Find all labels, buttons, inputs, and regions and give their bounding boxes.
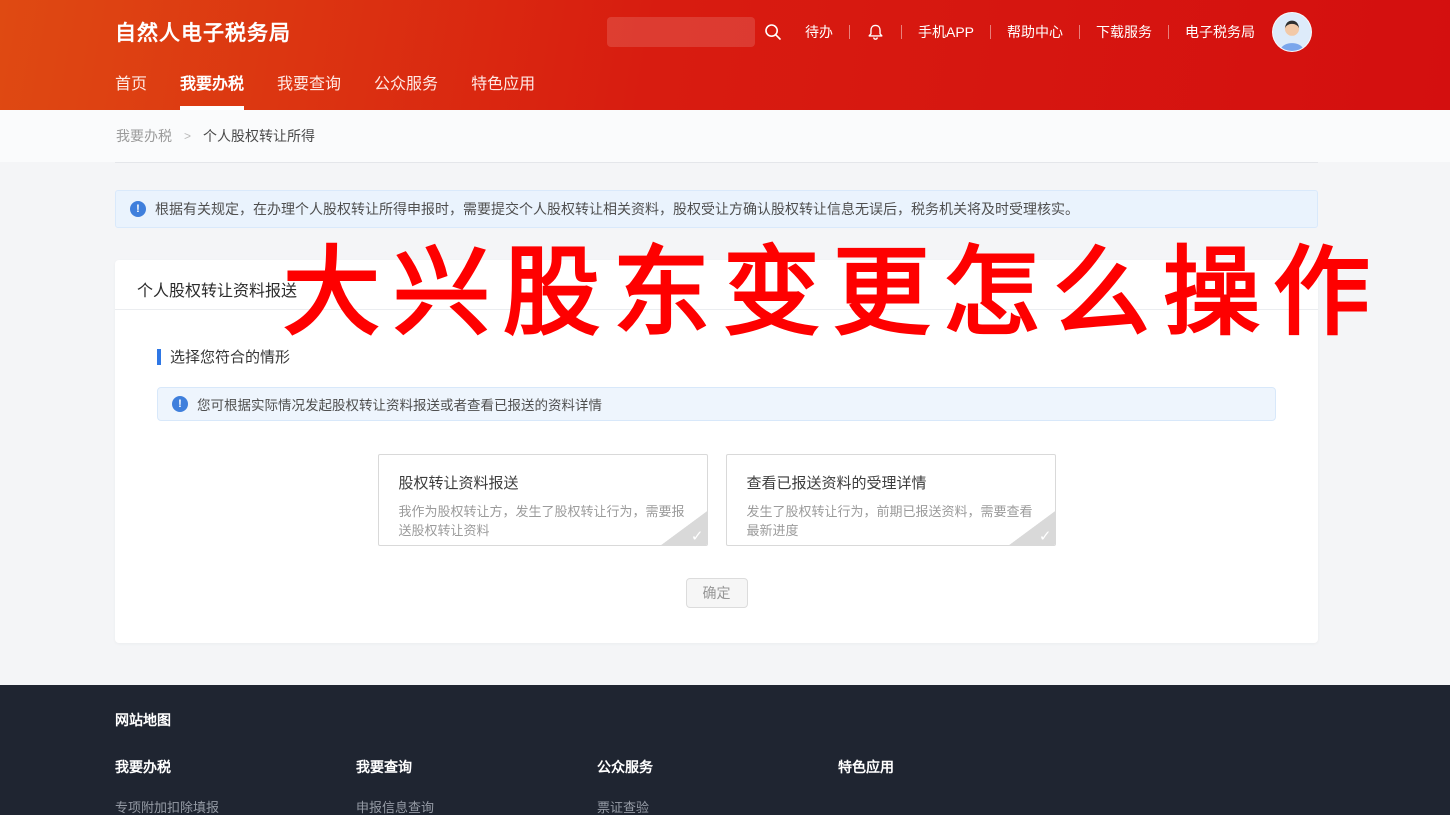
header-top-bar: 自然人电子税务局 待办 手机APP bbox=[0, 0, 1450, 64]
main-nav: 首页 我要办税 我要查询 公众服务 特色应用 bbox=[0, 64, 1450, 110]
main-panel: 个人股权转让资料报送 选择您符合的情形 您可根据实际情况发起股权转让资料报送或者… bbox=[115, 260, 1318, 643]
section-title-label: 选择您符合的情形 bbox=[170, 346, 290, 367]
notice-banner: 根据有关规定，在办理个人股权转让所得申报时，需要提交个人股权转让相关资料，股权受… bbox=[115, 190, 1318, 228]
breadcrumb-current: 个人股权转让所得 bbox=[203, 126, 315, 146]
panel-body: 选择您符合的情形 您可根据实际情况发起股权转让资料报送或者查看已报送的资料详情 … bbox=[115, 310, 1318, 608]
todo-link[interactable]: 待办 bbox=[805, 22, 833, 42]
footer-link[interactable]: 专项附加扣除填报 bbox=[115, 797, 356, 815]
footer-column-title: 我要查询 bbox=[356, 757, 597, 777]
footer-column-featured: 特色应用 bbox=[838, 757, 1079, 815]
info-icon bbox=[130, 201, 146, 217]
option-card-desc: 我作为股权转让方，发生了股权转让行为，需要报送股权转让资料 bbox=[399, 502, 687, 540]
footer-column-tax: 我要办税 专项附加扣除填报 bbox=[115, 757, 356, 815]
corner-check-icon: ✓ bbox=[661, 511, 707, 545]
footer-column-title: 公众服务 bbox=[597, 757, 838, 777]
mobile-app-link[interactable]: 手机APP bbox=[918, 22, 974, 42]
divider bbox=[990, 25, 991, 39]
breadcrumb: 我要办税 > 个人股权转让所得 bbox=[0, 110, 1450, 162]
bell-icon[interactable] bbox=[866, 23, 885, 42]
footer-link[interactable]: 票证查验 bbox=[597, 797, 838, 815]
divider bbox=[849, 25, 850, 39]
header-right-group: 待办 手机APP 帮助中心 下载服务 电子税务局 bbox=[607, 0, 1312, 64]
option-card-title: 股权转让资料报送 bbox=[399, 472, 687, 493]
option-card-desc: 发生了股权转让行为，前期已报送资料，需要查看最新进度 bbox=[747, 502, 1035, 540]
section-accent-bar bbox=[157, 349, 161, 365]
footer-columns: 我要办税 专项附加扣除填报 我要查询 申报信息查询 公众服务 票证查验 特色应用 bbox=[115, 757, 1450, 815]
nav-item-tax[interactable]: 我要办税 bbox=[180, 64, 244, 110]
section-title: 选择您符合的情形 bbox=[157, 346, 1276, 367]
sitemap-label: 网站地图 bbox=[115, 710, 1450, 730]
app-root: 自然人电子税务局 待办 手机APP bbox=[0, 0, 1450, 643]
divider bbox=[1168, 25, 1169, 39]
info-icon bbox=[172, 396, 188, 412]
help-center-link[interactable]: 帮助中心 bbox=[1007, 22, 1063, 42]
nav-item-home[interactable]: 首页 bbox=[115, 64, 147, 110]
option-card-submit-materials[interactable]: 股权转让资料报送 我作为股权转让方，发生了股权转让行为，需要报送股权转让资料 ✓ bbox=[378, 454, 708, 546]
option-card-view-progress[interactable]: 查看已报送资料的受理详情 发生了股权转让行为，前期已报送资料，需要查看最新进度 … bbox=[726, 454, 1056, 546]
footer: 网站地图 我要办税 专项附加扣除填报 我要查询 申报信息查询 公众服务 票证查验… bbox=[0, 685, 1450, 815]
footer-column-public: 公众服务 票证查验 bbox=[597, 757, 838, 815]
download-service-link[interactable]: 下载服务 bbox=[1096, 22, 1152, 42]
app-logo[interactable]: 自然人电子税务局 bbox=[115, 17, 291, 47]
divider bbox=[901, 25, 902, 39]
notice-text: 根据有关规定，在办理个人股权转让所得申报时，需要提交个人股权转让相关资料，股权受… bbox=[155, 199, 1079, 219]
footer-link[interactable]: 申报信息查询 bbox=[356, 797, 597, 815]
footer-column-query: 我要查询 申报信息查询 bbox=[356, 757, 597, 815]
avatar[interactable] bbox=[1272, 12, 1312, 52]
nav-item-featured-apps[interactable]: 特色应用 bbox=[471, 64, 535, 110]
corner-check-icon: ✓ bbox=[1009, 511, 1055, 545]
hint-text: 您可根据实际情况发起股权转让资料报送或者查看已报送的资料详情 bbox=[197, 394, 602, 414]
header: 自然人电子税务局 待办 手机APP bbox=[0, 0, 1450, 110]
option-cards: 股权转让资料报送 我作为股权转让方，发生了股权转让行为，需要报送股权转让资料 ✓… bbox=[157, 454, 1276, 546]
nav-item-public-service[interactable]: 公众服务 bbox=[374, 64, 438, 110]
divider bbox=[1079, 25, 1080, 39]
footer-column-title: 我要办税 bbox=[115, 757, 356, 777]
button-row: 确定 bbox=[157, 578, 1276, 608]
breadcrumb-divider bbox=[115, 162, 1318, 163]
chevron-right-icon: > bbox=[184, 129, 191, 143]
content-area: 根据有关规定，在办理个人股权转让所得申报时，需要提交个人股权转让相关资料，股权受… bbox=[115, 190, 1318, 643]
hint-banner: 您可根据实际情况发起股权转让资料报送或者查看已报送的资料详情 bbox=[157, 387, 1276, 421]
footer-column-title: 特色应用 bbox=[838, 757, 1079, 777]
confirm-button[interactable]: 确定 bbox=[686, 578, 748, 608]
nav-item-query[interactable]: 我要查询 bbox=[277, 64, 341, 110]
breadcrumb-parent[interactable]: 我要办税 bbox=[116, 126, 172, 146]
option-card-title: 查看已报送资料的受理详情 bbox=[747, 472, 1035, 493]
search-input[interactable] bbox=[607, 17, 755, 47]
etax-bureau-link[interactable]: 电子税务局 bbox=[1185, 22, 1255, 42]
panel-title: 个人股权转让资料报送 bbox=[115, 260, 1318, 309]
search-icon[interactable] bbox=[763, 22, 783, 42]
